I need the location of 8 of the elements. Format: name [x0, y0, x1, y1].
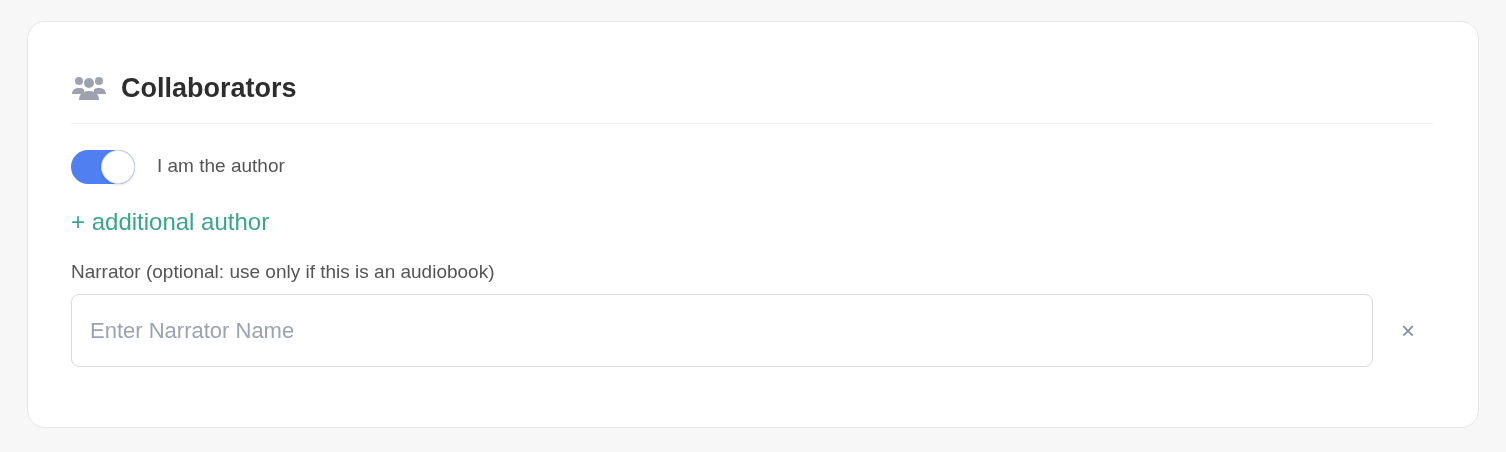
- additional-author-link[interactable]: + additional author: [71, 203, 270, 240]
- field-label: Narrator (optional: use only if this is an audiobook): [71, 259, 496, 284]
- clear-button[interactable]: ×: [1401, 318, 1415, 343]
- section-title: Collaborators: [121, 72, 297, 105]
- people-icon: [71, 74, 107, 103]
- toggle-label: I am the author: [157, 154, 285, 179]
- author-toggle[interactable]: [71, 149, 135, 184]
- narrator-input[interactable]: Enter Narrator Name: [71, 294, 1373, 367]
